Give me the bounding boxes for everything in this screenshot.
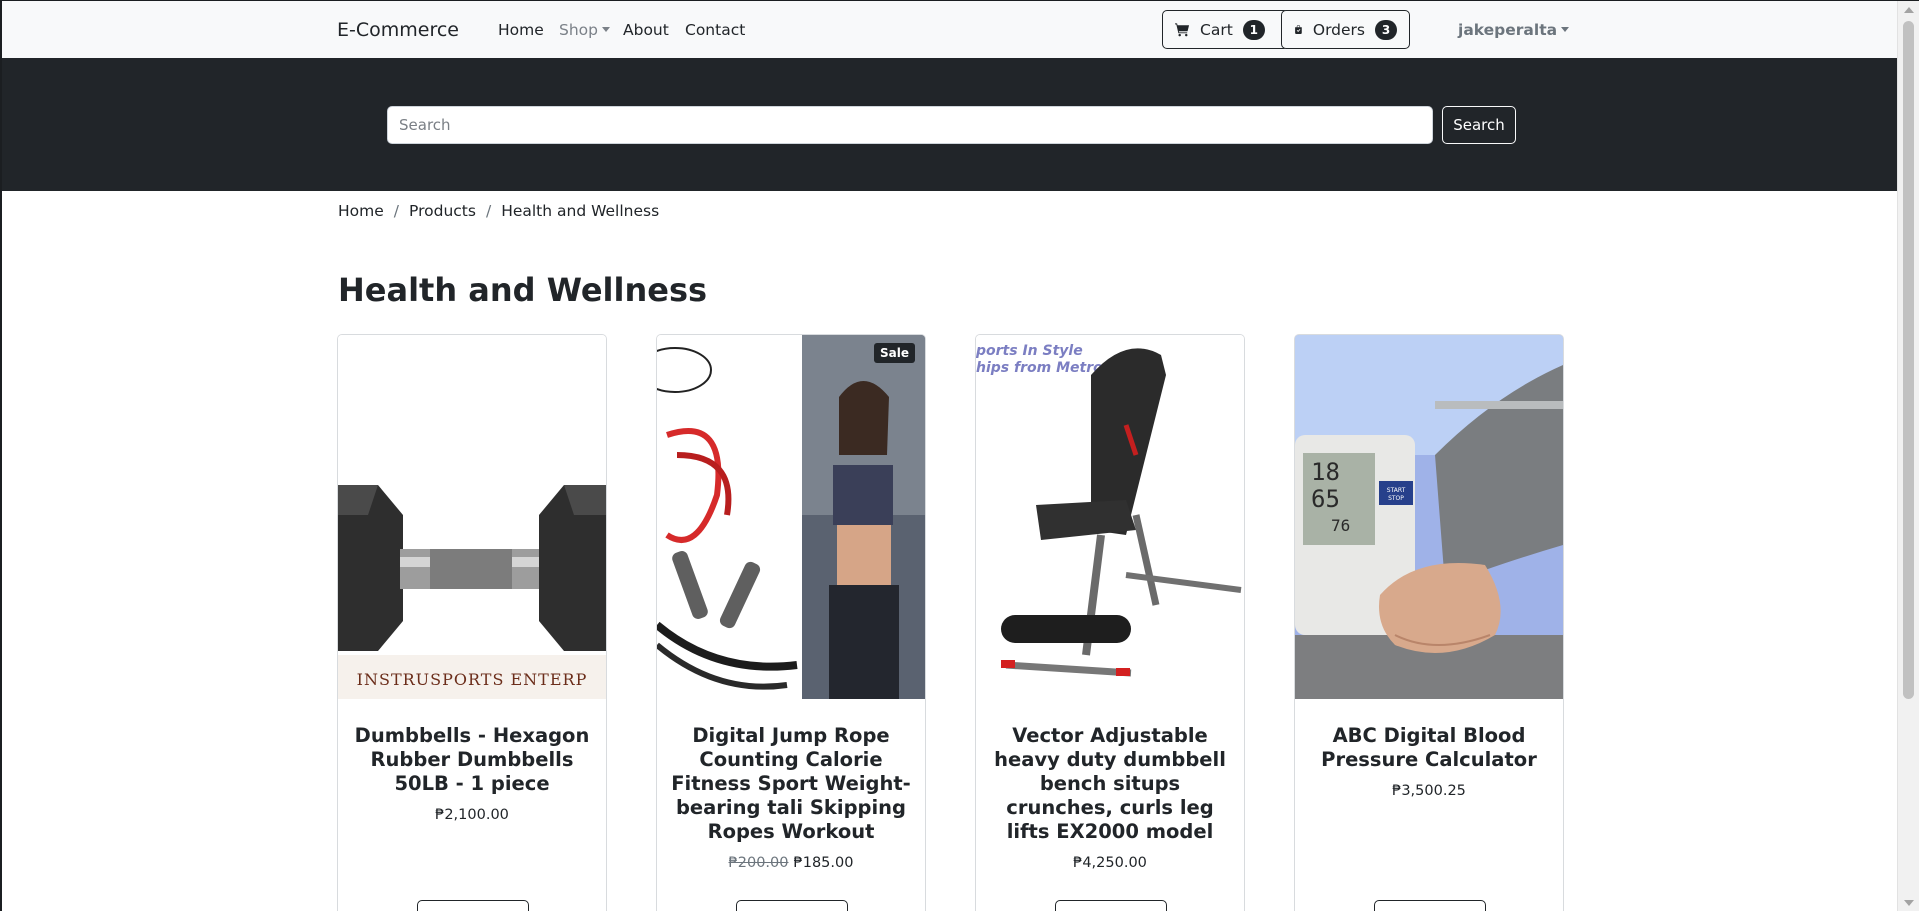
add-to-cart-button[interactable]: [1374, 900, 1486, 911]
breadcrumb: Home / Products / Health and Wellness: [338, 202, 659, 220]
product-card[interactable]: 18 65 76 START STOP ABC Digital Blood Pr…: [1294, 334, 1564, 911]
image-readout: 18: [1311, 458, 1340, 486]
orders-count-badge: 3: [1375, 19, 1397, 40]
shopping-bag-icon: [1295, 25, 1302, 34]
user-menu-dropdown[interactable]: jakeperalta: [1458, 21, 1570, 39]
product-price: ₱3,500.25: [1392, 783, 1466, 799]
orders-label: Orders: [1312, 20, 1365, 39]
image-readout: 76: [1331, 516, 1350, 535]
product-card[interactable]: Sale Digital Jump Rope Counting Calorie …: [656, 334, 926, 911]
nav-shop-dropdown[interactable]: Shop: [559, 21, 610, 39]
product-card[interactable]: ports In Style hips from Metro Manila Ve…: [975, 334, 1245, 911]
caret-down-icon: [602, 27, 610, 32]
caret-down-icon: [1561, 27, 1570, 32]
product-name[interactable]: ABC Digital Blood Pressure Calculator: [1307, 724, 1551, 772]
username-label: jakeperalta: [1458, 21, 1558, 39]
product-image-jump-rope[interactable]: Sale: [657, 335, 925, 699]
scroll-down-arrow-icon[interactable]: [1904, 900, 1914, 906]
search-band: Search: [2, 58, 1897, 191]
scrollbar-thumb[interactable]: [1903, 21, 1914, 699]
image-caption: ports In Style: [976, 343, 1083, 359]
add-to-cart-button[interactable]: [417, 900, 529, 911]
orders-button[interactable]: Orders 3: [1281, 10, 1410, 49]
search-input[interactable]: [387, 106, 1433, 144]
cart-label: Cart: [1200, 20, 1233, 39]
product-price: ₱200.00 ₱185.00: [669, 855, 913, 871]
original-price: ₱200.00: [728, 855, 789, 871]
product-name[interactable]: Vector Adjustable heavy duty dumbbell be…: [988, 724, 1232, 844]
nav-home-link[interactable]: Home: [498, 21, 544, 39]
page: E-Commerce Home Shop About Contact Cart …: [0, 0, 1919, 911]
cart-icon: [1175, 23, 1190, 37]
cart-button[interactable]: Cart 1: [1162, 10, 1289, 49]
breadcrumb-home-link[interactable]: Home: [338, 202, 384, 220]
vertical-scrollbar[interactable]: [1897, 1, 1919, 911]
product-image-dumbbell[interactable]: INSTRUSPORTS ENTERP: [338, 335, 606, 699]
sale-badge: Sale: [874, 343, 915, 363]
nav-shop-label: Shop: [559, 21, 598, 39]
nav-contact-link[interactable]: Contact: [685, 21, 745, 39]
jump-rope-image: [657, 335, 925, 699]
product-image-blood-pressure[interactable]: 18 65 76 START STOP: [1295, 335, 1563, 699]
add-to-cart-button[interactable]: [1055, 900, 1167, 911]
product-price: ₱4,250.00: [1073, 855, 1147, 871]
product-image-bench[interactable]: ports In Style hips from Metro Manila: [976, 335, 1244, 699]
scroll-up-arrow-icon[interactable]: [1904, 7, 1914, 13]
nav-about-link[interactable]: About: [623, 21, 669, 39]
navbar: E-Commerce Home Shop About Contact Cart …: [2, 1, 1897, 58]
product-name[interactable]: Digital Jump Rope Counting Calorie Fitne…: [669, 724, 913, 844]
image-caption: INSTRUSPORTS ENTERP: [357, 670, 588, 689]
bench-image: ports In Style hips from Metro Manila: [976, 335, 1244, 699]
image-button-label: STOP: [1388, 495, 1404, 502]
add-to-cart-button[interactable]: [736, 900, 848, 911]
search-button[interactable]: Search: [1442, 106, 1516, 144]
breadcrumb-separator: /: [485, 202, 492, 220]
breadcrumb-separator: /: [393, 202, 400, 220]
breadcrumb-products-link[interactable]: Products: [409, 202, 476, 220]
blood-pressure-image: 18 65 76 START STOP: [1295, 335, 1563, 699]
image-readout: 65: [1311, 485, 1340, 513]
cart-count-badge: 1: [1242, 19, 1265, 40]
product-price: ₱2,100.00: [435, 807, 509, 823]
page-title: Health and Wellness: [338, 271, 708, 309]
image-button-label: START: [1387, 487, 1406, 494]
brand-link[interactable]: E-Commerce: [337, 19, 459, 41]
breadcrumb-current: Health and Wellness: [501, 202, 660, 220]
sale-price: ₱185.00: [793, 855, 854, 871]
dumbbell-image: INSTRUSPORTS ENTERP: [338, 335, 606, 699]
product-name[interactable]: Dumbbells - Hexagon Rubber Dumbbells 50L…: [350, 724, 594, 796]
product-card[interactable]: INSTRUSPORTS ENTERP Dumbbells - Hexagon …: [337, 334, 607, 911]
